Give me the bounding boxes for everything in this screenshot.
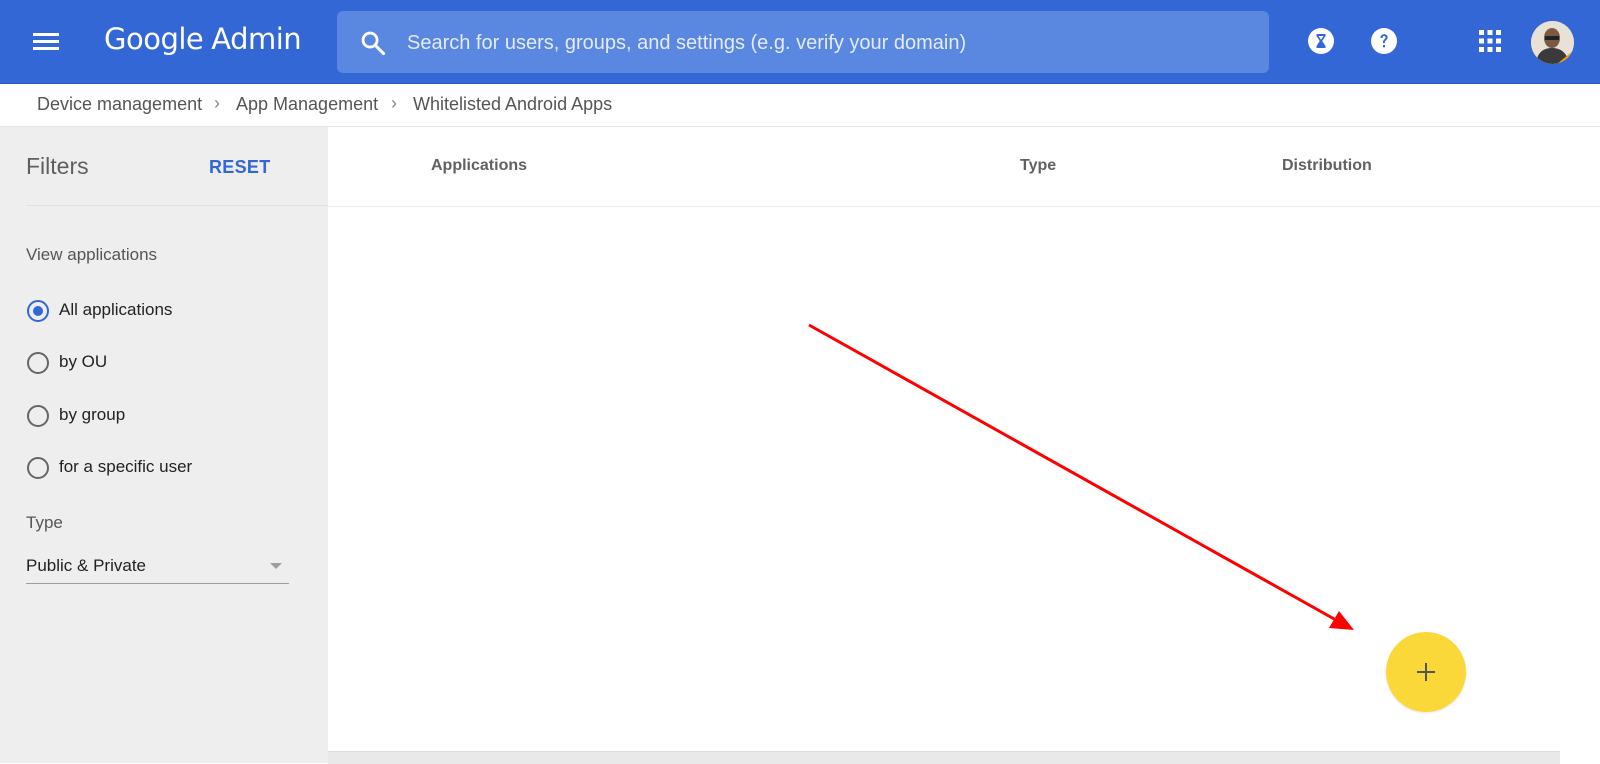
radio-button[interactable] — [27, 300, 49, 322]
radio-button[interactable] — [27, 352, 49, 374]
breadcrumb-app-management[interactable]: App Management — [236, 94, 378, 115]
add-app-button[interactable] — [1386, 632, 1466, 712]
menu-icon[interactable] — [33, 31, 59, 51]
search-bar[interactable] — [337, 11, 1269, 73]
type-select-value: Public & Private — [26, 556, 146, 575]
filters-title: Filters — [26, 153, 89, 179]
breadcrumb-separator: › — [214, 93, 220, 113]
logo-product: Admin — [211, 22, 302, 56]
radio-label: All applications — [59, 300, 173, 319]
avatar-image — [1531, 21, 1574, 64]
help-icon[interactable] — [1370, 27, 1398, 55]
column-header-applications[interactable]: Applications — [431, 157, 527, 175]
app-logo[interactable]: Google Admin — [104, 22, 302, 57]
view-applications-label: View applications — [26, 245, 158, 264]
type-label: Type — [26, 513, 63, 532]
plus-icon-vertical — [1425, 663, 1427, 681]
radio-label: for a specific user — [59, 457, 193, 476]
radio-label: by OU — [59, 352, 108, 371]
logo-brand: Google — [104, 22, 204, 56]
table-header: Applications Type Distribution — [328, 127, 1600, 207]
avatar[interactable] — [1531, 21, 1574, 64]
search-icon[interactable] — [359, 29, 387, 57]
breadcrumb-separator: › — [391, 93, 397, 113]
search-input[interactable] — [405, 25, 1249, 61]
breadcrumb: Device management › App Management › Whi… — [0, 84, 1600, 127]
filters-sidebar: Filters RESET View applications All appl… — [0, 127, 376, 763]
hourglass-icon[interactable] — [1307, 27, 1335, 55]
column-header-distribution[interactable]: Distribution — [1282, 157, 1372, 175]
radio-button[interactable] — [27, 405, 49, 427]
dropdown-arrow-icon — [270, 563, 282, 569]
type-select[interactable]: Public & Private — [26, 551, 289, 584]
reset-button[interactable]: RESET — [209, 157, 271, 178]
breadcrumb-device-management[interactable]: Device management — [37, 94, 202, 115]
radio-label: by group — [59, 405, 126, 424]
horizontal-scrollbar[interactable] — [328, 751, 1560, 764]
column-header-type[interactable]: Type — [1020, 157, 1056, 175]
breadcrumb-current-page: Whitelisted Android Apps — [413, 94, 613, 114]
sidebar-divider — [26, 205, 376, 206]
apps-grid-icon[interactable] — [1478, 29, 1502, 53]
main-content: Applications Type Distribution — [328, 127, 1600, 764]
radio-button[interactable] — [27, 457, 49, 479]
top-app-bar: Google Admin — [0, 0, 1600, 84]
